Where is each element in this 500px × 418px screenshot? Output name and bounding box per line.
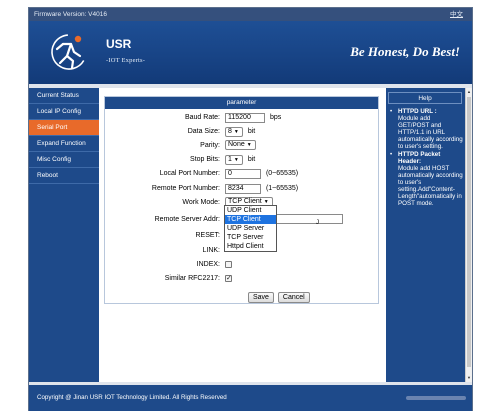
stop-bits-value: 1 [228,156,232,163]
stop-bits-select[interactable]: 1 ▼ [225,155,243,165]
data-size-value: 8 [228,128,232,135]
chevron-down-icon: ▼ [233,157,239,163]
work-mode-dropdown: UDP Client TCP Client UDP Server TCP Ser… [224,205,277,252]
dropdown-option-udp-client[interactable]: UDP Client [225,206,276,215]
help-item: • HTTPD URL : Module add GET/POST and HT… [390,108,463,150]
chevron-down-icon: ▼ [246,142,252,149]
dropdown-option-udp-server[interactable]: UDP Server [225,224,276,233]
remote-port-label: Remote Port Number: [151,185,220,192]
brand-tagline: -IOT Experts- [106,57,146,64]
sidebar: Current Status Local IP Config Serial Po… [29,88,99,382]
remote-server-label: Remote Server Addr: [154,216,220,223]
local-port-row: Local Port Number: 0 (0~65535) [105,168,378,180]
stop-bits-row: Stop Bits: 1 ▼ bit [105,154,378,166]
scroll-up-icon[interactable]: ▲ [466,88,472,96]
brand-name: USR [106,37,132,51]
help-item-title: HTTPD URL : [398,108,437,115]
data-size-row: Data Size: 8 ▼ bit [105,126,378,138]
footer: Copyright @ Jinan USR IOT Technology Lim… [29,385,472,411]
remote-port-range: (1~65535) [265,185,299,192]
index-checkbox[interactable] [225,260,232,268]
dropdown-option-tcp-server[interactable]: TCP Server [225,233,276,242]
rfc2217-checkbox[interactable] [225,273,232,285]
main-content: parameter Baud Rate: 115200 bps Data Siz… [99,88,386,382]
save-button[interactable]: Save [248,292,274,303]
scroll-thumb[interactable] [467,97,471,367]
scroll-down-icon[interactable]: ▼ [466,374,472,382]
chevron-down-icon: ▼ [233,129,239,135]
help-item-title: HTTPD Packet Header: [398,151,441,165]
parameter-panel: parameter Baud Rate: 115200 bps Data Siz… [104,96,379,304]
help-body: • HTTPD URL : Module add GET/POST and HT… [390,108,463,207]
help-title: Help [388,92,462,104]
cancel-button[interactable]: Cancel [277,292,310,303]
help-item-text: Module add HOST automatically according … [398,165,463,207]
parity-label: Parity: [200,142,220,149]
parity-select[interactable]: None ▼ [225,140,256,151]
sidebar-item-misc-config[interactable]: Misc Config [29,152,99,168]
firmware-version: Firmware Version: V4016 [34,11,107,18]
parity-value: None [228,141,245,149]
remote-port-input[interactable]: 8234 [225,184,261,194]
scrollbar[interactable]: ▲ ▼ [465,88,472,382]
parity-row: Parity: None ▼ [105,140,378,152]
baud-rate-input[interactable]: 115200 [225,113,265,123]
slogan: Be Honest, Do Best! [350,44,460,59]
sidebar-item-current-status[interactable]: Current Status [29,88,99,104]
local-port-label: Local Port Number: [159,170,220,177]
local-port-input[interactable]: 0 [225,169,261,179]
help-item-text: Module add GET/POST and HTTP/1.1 in URL … [398,115,463,150]
sidebar-item-reboot[interactable]: Reboot [29,168,99,184]
form-buttons: Save Cancel [248,292,312,303]
help-panel: Help • HTTPD URL : Module add GET/POST a… [386,88,472,382]
rfc2217-row: Similar RFC2217: [105,273,378,285]
local-port-range: (0~65535) [265,170,299,177]
sidebar-item-serial-port[interactable]: Serial Port [29,120,99,136]
header-banner: USR -IOT Experts- Be Honest, Do Best! [29,21,472,84]
sidebar-item-local-ip-config[interactable]: Local IP Config [29,104,99,120]
dropdown-option-httpd-client[interactable]: Httpd Client [225,242,276,251]
usr-logo-icon [43,30,95,74]
data-size-unit: bit [247,128,256,135]
index-label: INDEX: [196,261,220,268]
baud-rate-row: Baud Rate: 115200 bps [105,112,378,124]
data-size-select[interactable]: 8 ▼ [225,127,243,137]
dropdown-option-tcp-client[interactable]: TCP Client [225,215,276,224]
remote-server-suffix: J [316,220,319,226]
stop-bits-label: Stop Bits: [190,156,220,163]
bullet-icon: • [390,108,393,115]
web-config-page: Firmware Version: V4016 中文 USR -IOT Expe… [28,7,473,411]
link-label: LINK: [202,247,220,254]
baud-rate-label: Baud Rate: [184,114,220,121]
work-mode-label: Work Mode: [182,199,220,206]
remote-port-row: Remote Port Number: 8234 (1~65535) [105,183,378,195]
footer-link-blurred [406,396,466,400]
language-link[interactable]: 中文 [450,8,463,21]
reset-label: RESET: [195,232,220,239]
index-row: INDEX: [105,259,378,271]
sidebar-item-expand-function[interactable]: Expand Function [29,136,99,152]
help-item: • HTTPD Packet Header: Module add HOST a… [390,151,463,207]
baud-rate-unit: bps [269,114,282,121]
rfc2217-label: Similar RFC2217: [164,275,220,282]
bullet-icon: • [390,151,393,158]
copyright-text: Copyright @ Jinan USR IOT Technology Lim… [37,394,227,401]
panel-title: parameter [105,97,378,109]
stop-bits-unit: bit [247,156,256,163]
top-bar: Firmware Version: V4016 中文 [29,8,472,21]
data-size-label: Data Size: [187,128,220,135]
